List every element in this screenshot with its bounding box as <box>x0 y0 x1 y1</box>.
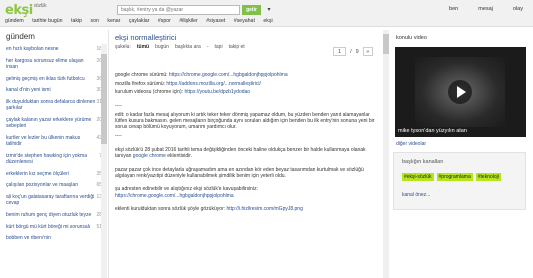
nav-item-iliskiler[interactable]: #ilişkiler <box>179 18 197 24</box>
channel-tag[interactable]: #teknoloji <box>475 173 501 181</box>
sidebar-topic[interactable]: en hızlı kaybolan nesne 18 <box>6 46 102 52</box>
sidebar-topic[interactable]: kürt börgü mü kürt böreği mi sorunsalı 51 <box>6 224 102 230</box>
topic-title[interactable]: ekşi normalleştirici <box>115 33 176 42</box>
main-scrollbar[interactable] <box>383 30 389 278</box>
sidebar-scroll-thumb[interactable] <box>101 54 107 144</box>
entry-paragraph: eklenti kurulduktan sonra sözlük şöyle g… <box>115 206 226 213</box>
other-videos-link[interactable]: diğer videolar <box>396 141 426 147</box>
tab-all[interactable]: tümü <box>137 44 149 50</box>
entry-paragraph: şu adresten edinebilir ve alıştığınız ek… <box>115 186 258 193</box>
sort-label: şukela: <box>115 44 131 50</box>
site-logo[interactable]: ekşisözlük <box>5 3 47 18</box>
nav-item-son[interactable]: son <box>91 18 99 24</box>
user-links: ben mesaj olay <box>449 6 523 12</box>
chrome-inline-link[interactable]: google chrome <box>133 153 166 159</box>
nav-item-kenar[interactable]: kenar <box>107 18 120 24</box>
video-link[interactable]: https://youtu.be/dpzb1ydodao <box>184 89 250 95</box>
nav-item-caylaklar[interactable]: çaylaklar <box>129 18 149 24</box>
sidebar-topic[interactable]: izmir'de stephen hawking için yokma düze… <box>6 153 102 165</box>
chrome-link[interactable]: https://chrome.google.com/...hgbgaldonjh… <box>169 72 288 78</box>
nav-item-siyaset[interactable]: #siyaset <box>206 18 225 24</box>
nav-item-seyahat[interactable]: #seyahat <box>234 18 255 24</box>
sidebar-topic[interactable]: gelmiş geçmiş en iklas türk futbolcu 36 <box>6 76 102 82</box>
divider-text: ---- <box>115 132 122 139</box>
edit-note: edit: o kadar fazla mesaj alıyorum ki ar… <box>115 111 375 131</box>
tab-follow[interactable]: tapi <box>215 44 223 50</box>
tab-separator: - <box>206 44 209 50</box>
video-section-title: konulu video <box>396 35 427 41</box>
page-separator: / <box>350 48 352 55</box>
tab-follow-topic[interactable]: takip et <box>229 44 245 50</box>
entry-paragraph: pazar pazar çok ince detaylarla uğraşama… <box>115 166 364 179</box>
user-link-olay[interactable]: olay <box>513 6 523 12</box>
channel-tag[interactable]: #ekşi-sözlük <box>402 173 434 181</box>
sidebar-topic[interactable]: benim ruhum genç diyen otuzluk teyze 28 <box>6 212 102 218</box>
video-caption: mike tyson'dan yüzyılın atan <box>398 128 467 134</box>
sidebar-topic[interactable]: her kargosu sorunsuz elime ulaşan insan 2… <box>6 58 102 70</box>
pager: 1 / 9 » <box>333 47 373 56</box>
next-page-button[interactable]: » <box>362 47 373 56</box>
channel-link[interactable]: kanal önez... <box>402 192 517 198</box>
nav-item-gundem[interactable]: gündem <box>5 18 24 24</box>
channels-title: başlığın kanalları <box>402 159 444 165</box>
main-scroll-thumb[interactable] <box>383 34 389 54</box>
search-options-icon[interactable]: ▾ <box>264 6 274 15</box>
top-nav: gündem tarihte bugün takip son kenar çay… <box>5 18 273 24</box>
search-input[interactable] <box>117 5 240 15</box>
chrome-store-link[interactable]: https://chrome.google.com/...hgbgaldonjh… <box>115 193 234 199</box>
channel-tag[interactable]: #programlama <box>436 173 473 181</box>
page-total[interactable]: 9 <box>356 49 359 55</box>
sidebar-topic[interactable]: kanal d'nin yeni ismi 30 <box>6 87 102 93</box>
sidebar-title: gündem <box>6 32 35 41</box>
video-player[interactable]: mike tyson'dan yüzyılın atan <box>395 47 526 137</box>
sidebar-topic[interactable]: kurtler ve lezler bu ülkenin makus talih… <box>6 135 102 147</box>
top-bar: ekşisözlük getir ▾ ben mesaj olay gündem… <box>0 0 533 27</box>
nav-item-spor[interactable]: #spor <box>158 18 171 24</box>
sidebar-topic[interactable]: çaylak kalanın yazar erkeklere yürüme se… <box>6 117 102 129</box>
search-go-button[interactable]: getir <box>242 5 261 15</box>
chrome-label: google chrome sürümü: <box>115 72 168 78</box>
page-select[interactable]: 1 <box>333 47 347 56</box>
channel-tags: #ekşi-sözlük #programlama #teknoloji <box>402 173 517 181</box>
sidebar-divider <box>108 30 109 278</box>
sidebar-topic[interactable]: ali koç'un galatasaray taraftarına verdi… <box>6 194 102 206</box>
sidebar-topic[interactable]: bobben ve riberv'nin <box>6 235 102 241</box>
user-link-ben[interactable]: ben <box>449 6 458 12</box>
entry-content: google chrome sürümü: https://chrome.goo… <box>115 72 377 215</box>
sidebar-topic[interactable]: ilk duyulduktan sonra defalarca dinlenen… <box>6 99 102 111</box>
divider-text: ---- <box>115 103 122 110</box>
nav-item-tarihte-bugun[interactable]: tarihte bugün <box>32 18 62 24</box>
video-label: kurulum videosu (chrome için): <box>115 89 184 96</box>
nav-item-takip[interactable]: takip <box>71 18 82 24</box>
tab-search-in-topic[interactable]: başlıkta ara <box>175 44 201 50</box>
play-icon[interactable] <box>448 80 472 104</box>
sidebar-topic[interactable]: çalışılan pozisyonlar ve maaşları 65 <box>6 182 102 188</box>
sidebar-topic[interactable]: erkeklerin kız seçme ölçüleri 35 <box>6 171 102 177</box>
nav-item-eksi[interactable]: ekşi <box>263 18 272 24</box>
firefox-label: mozilla firefox sürümü: <box>115 80 166 87</box>
firefox-link[interactable]: https://addons.mozilla.org/...normalleşt… <box>166 81 260 87</box>
sidebar-topic-list: en hızlı kaybolan nesne 18 her kargosu so… <box>6 46 102 247</box>
screenshot-link[interactable]: http://i.hizliresim.com/mGpyJ8.png <box>226 206 302 212</box>
tab-today[interactable]: bugün <box>155 44 169 50</box>
topic-tabs: şukela: tümü bugün başlıkta ara - tapi t… <box>115 44 245 50</box>
sidebar-scrollbar[interactable] <box>101 44 107 278</box>
channels-box: başlığın kanalları #ekşi-sözlük #program… <box>393 152 526 210</box>
user-link-mesaj[interactable]: mesaj <box>478 6 493 12</box>
